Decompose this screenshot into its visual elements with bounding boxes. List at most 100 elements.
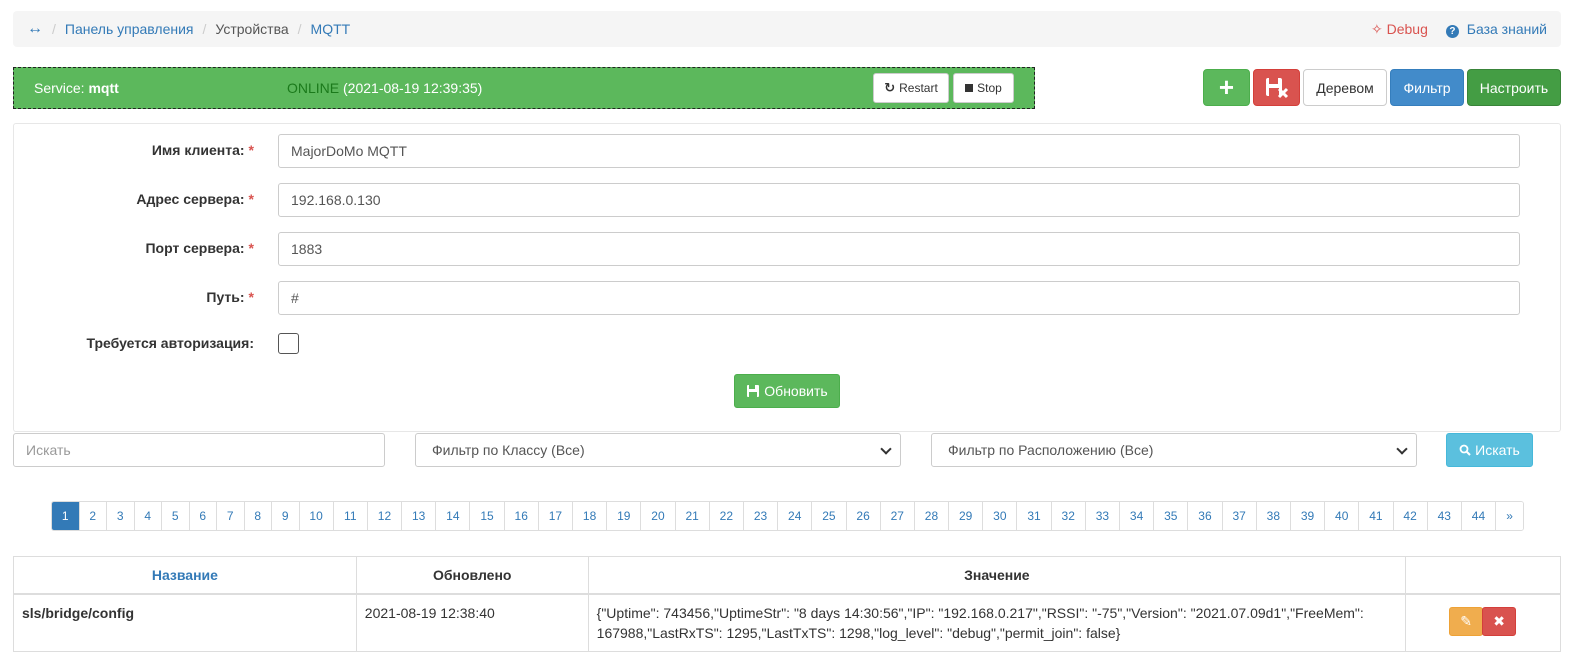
service-name: Service: mqtt (34, 80, 119, 96)
search-icon (1459, 444, 1471, 456)
page-link-13[interactable]: 13 (402, 502, 437, 530)
page-link-18[interactable]: 18 (573, 502, 608, 530)
restart-button[interactable]: ↻ Restart (873, 73, 949, 103)
breadcrumb-mqtt[interactable]: MQTT (311, 21, 351, 37)
page-link-4[interactable]: 4 (134, 502, 162, 530)
page-link-37[interactable]: 37 (1222, 502, 1257, 530)
page-link-36[interactable]: 36 (1188, 502, 1223, 530)
page-link-7[interactable]: 7 (217, 502, 245, 530)
add-button[interactable]: + (1203, 69, 1250, 106)
page-link-22[interactable]: 22 (709, 502, 744, 530)
client-name-field[interactable]: MajorDoMo MQTT (278, 134, 1520, 168)
page-link-31[interactable]: 31 (1017, 502, 1052, 530)
path-field[interactable]: # (278, 281, 1520, 315)
chevron-down-icon (880, 443, 892, 455)
breadcrumb-separator: / (52, 21, 56, 37)
page-link-14[interactable]: 14 (436, 502, 471, 530)
location-filter-value: Фильтр по Расположению (Все) (948, 442, 1154, 458)
column-header-value: Значение (587, 556, 1407, 595)
page-link-1[interactable]: 1 (52, 502, 80, 530)
chevron-down-icon (1396, 443, 1408, 455)
page-link-8[interactable]: 8 (244, 502, 272, 530)
page-link-19[interactable]: 19 (607, 502, 642, 530)
page-link-28[interactable]: 28 (914, 502, 950, 530)
column-header-updated: Обновлено (355, 556, 589, 595)
column-header-name[interactable]: Название (13, 556, 357, 595)
page-link-12[interactable]: 12 (367, 502, 403, 530)
save-icon (747, 385, 760, 397)
class-filter-select[interactable]: Фильтр по Классу (Все) (415, 433, 901, 467)
auth-checkbox[interactable] (278, 333, 299, 354)
next-page-link[interactable]: » (1496, 502, 1524, 530)
page-link-16[interactable]: 16 (504, 502, 539, 530)
service-name-value: mqtt (88, 80, 119, 96)
stop-label: Stop (977, 81, 1002, 95)
stop-button[interactable]: Stop (953, 73, 1014, 103)
page-link-33[interactable]: 33 (1085, 502, 1120, 530)
page-link-39[interactable]: 39 (1290, 502, 1326, 530)
page-link-26[interactable]: 26 (846, 502, 881, 530)
edit-button[interactable]: ✎ (1449, 606, 1484, 636)
page-link-15[interactable]: 15 (470, 502, 505, 530)
remove-button[interactable]: ✖ (1482, 606, 1517, 636)
save-remove-icon (1265, 77, 1288, 98)
knowledge-base-link[interactable]: ? База знаний (1445, 21, 1547, 38)
page-link-20[interactable]: 20 (641, 502, 676, 530)
table-row: sls/bridge/config 2021-08-19 12:38:40 {"… (13, 593, 1561, 652)
page-link-38[interactable]: 38 (1256, 502, 1291, 530)
auth-label: Требуется авторизация: (86, 335, 254, 351)
table-header-row: Название Обновлено Значение (13, 556, 1561, 595)
location-filter-select[interactable]: Фильтр по Расположению (Все) (931, 433, 1417, 467)
tree-view-button[interactable]: Деревом (1303, 69, 1387, 106)
page-link-27[interactable]: 27 (880, 502, 915, 530)
page-link-34[interactable]: 34 (1120, 502, 1155, 530)
status-timestamp: (2021-08-19 12:39:35) (343, 80, 483, 96)
update-label: Обновить (764, 383, 828, 399)
page-link-30[interactable]: 30 (983, 502, 1018, 530)
page-link-2[interactable]: 2 (79, 502, 107, 530)
page-link-44[interactable]: 44 (1461, 502, 1497, 530)
service-status-bar: Service: mqtt ONLINE (2021-08-19 12:39:3… (13, 67, 1035, 109)
path-label: Путь: * (206, 289, 254, 305)
page-link-43[interactable]: 43 (1427, 502, 1462, 530)
page-link-40[interactable]: 40 (1325, 502, 1360, 530)
page-link-21[interactable]: 21 (675, 502, 710, 530)
page-link-11[interactable]: 11 (333, 502, 368, 530)
row-updated: 2021-08-19 12:38:40 (355, 593, 589, 652)
client-name-label: Имя клиента: * (151, 142, 254, 158)
search-button[interactable]: Искать (1446, 433, 1533, 467)
update-button[interactable]: Обновить (734, 374, 840, 408)
page-link-42[interactable]: 42 (1393, 502, 1428, 530)
page-link-41[interactable]: 41 (1359, 502, 1394, 530)
server-port-field[interactable]: 1883 (278, 232, 1520, 266)
breadcrumb-separator: / (297, 21, 302, 37)
page-link-24[interactable]: 24 (778, 502, 813, 530)
stop-icon (965, 84, 974, 92)
page-link-35[interactable]: 35 (1154, 502, 1189, 530)
page-link-9[interactable]: 9 (272, 502, 300, 530)
delete-all-button[interactable] (1253, 69, 1300, 106)
server-address-field[interactable]: 192.168.0.130 (278, 183, 1520, 217)
page-link-23[interactable]: 23 (743, 502, 779, 530)
filter-button[interactable]: Фильтр (1390, 69, 1464, 106)
page-link-5[interactable]: 5 (162, 502, 190, 530)
page-link-17[interactable]: 17 (538, 502, 573, 530)
debug-link[interactable]: ✧ Debug (1371, 21, 1428, 38)
class-filter-value: Фильтр по Классу (Все) (432, 442, 585, 458)
properties-table: Название Обновлено Значение sls/bridge/c… (13, 556, 1561, 652)
row-actions: ✎ ✖ (1405, 593, 1561, 652)
page-link-6[interactable]: 6 (189, 502, 217, 530)
page-link-3[interactable]: 3 (107, 502, 135, 530)
client-name-row: Имя клиента: * MajorDoMo MQTT (14, 134, 1560, 168)
pagination: 1 2 3 4 5 6 7 8 9 10 11 12 13 14 15 16 17 18 19 20 21 22 23 24 2… (51, 501, 1525, 531)
breadcrumb-control-panel[interactable]: Панель управления (65, 21, 194, 37)
arrows-horizontal-icon[interactable]: ↔ (27, 20, 43, 38)
page-link-10[interactable]: 10 (299, 502, 334, 530)
search-input[interactable]: Искать (13, 433, 385, 467)
settings-form: Имя клиента: * MajorDoMo MQTT Адрес серве… (13, 123, 1561, 432)
setup-button[interactable]: Настроить (1467, 69, 1561, 106)
close-icon: ✖ (1493, 613, 1505, 629)
page-link-25[interactable]: 25 (812, 502, 847, 530)
page-link-29[interactable]: 29 (949, 502, 984, 530)
page-link-32[interactable]: 32 (1051, 502, 1086, 530)
